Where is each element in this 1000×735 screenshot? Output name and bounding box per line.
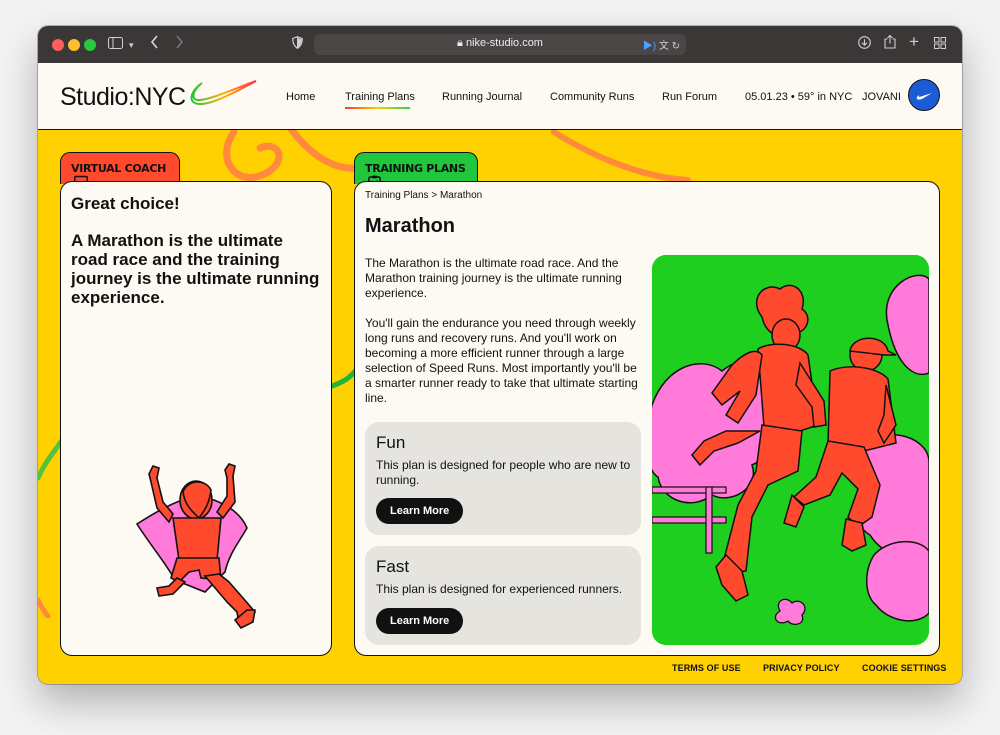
plan-description-details: You'll gain the endurance you need throu… [365, 316, 638, 405]
plan-card-text: This plan is designed for people who are… [376, 458, 631, 487]
active-nav-underline [345, 107, 410, 109]
plan-card-fun: Fun This plan is designed for people who… [365, 422, 641, 535]
shield-icon[interactable] [292, 35, 303, 53]
new-tab-icon[interactable]: + [909, 33, 919, 51]
footer-terms-link[interactable]: TERMS OF USE [672, 663, 741, 673]
plan-card-text: This plan is designed for experienced ru… [376, 582, 623, 596]
back-icon[interactable] [150, 35, 159, 53]
share-icon[interactable] [884, 34, 896, 53]
swoosh-logo-icon [190, 80, 257, 105]
tab-training-plans-label: TRAINING PLANS [365, 162, 466, 175]
coach-title: Great choice! [71, 194, 180, 213]
plan-description-intro: The Marathon is the ultimate road race. … [365, 256, 622, 300]
training-plans-panel: Training Plans > Marathon Marathon The M… [354, 181, 940, 656]
reload-icon[interactable]: ↻ [672, 41, 680, 52]
close-window-button[interactable] [52, 39, 64, 51]
plan-card-title: Fast [376, 557, 410, 576]
nav-home[interactable]: Home [286, 91, 315, 103]
zoom-window-button[interactable] [84, 39, 96, 51]
tab-virtual-coach[interactable]: VIRTUAL COACH [60, 152, 180, 188]
address-bar[interactable]: 🔒︎ nike-studio.com ▶) 文 ↻ [314, 34, 686, 55]
learn-more-fun-button[interactable]: Learn More [376, 498, 464, 524]
marathon-runners-illustration [652, 255, 929, 645]
tab-overview-icon[interactable] [934, 35, 946, 53]
nav-running-journal[interactable]: Running Journal [442, 91, 522, 103]
main-content: VIRTUAL COACH Great choice! A Marathon i… [38, 130, 962, 684]
virtual-coach-panel: Great choice! A Marathon is the ultimate… [60, 181, 332, 656]
footer-cookie-settings-link[interactable]: COOKIE SETTINGS [862, 663, 947, 673]
lock-icon: 🔒︎ [457, 37, 463, 49]
sidebar-icon[interactable] [108, 35, 123, 53]
nav-community-runs[interactable]: Community Runs [550, 91, 634, 103]
forward-icon[interactable] [175, 35, 184, 53]
tab-training-plans[interactable]: TRAINING PLANS [354, 152, 478, 189]
translate-icon[interactable]: 文 [659, 41, 669, 52]
minimize-window-button[interactable] [68, 39, 80, 51]
chevron-down-icon[interactable]: ▾ [129, 36, 134, 54]
browser-titlebar: ▾ 🔒︎ nike-studio.com ▶) 文 ↻ + [38, 26, 962, 63]
tab-virtual-coach-label: VIRTUAL COACH [71, 162, 167, 175]
date-weather: 05.01.23 • 59° in NYC [745, 91, 853, 103]
learn-more-fast-button[interactable]: Learn More [376, 608, 464, 634]
plan-description: The Marathon is the ultimate road race. … [365, 256, 641, 406]
plan-card-title: Fun [376, 433, 406, 452]
swoosh-avatar-icon [916, 93, 932, 100]
avatar[interactable] [908, 79, 940, 111]
download-icon[interactable] [858, 35, 871, 53]
page-title: Marathon [365, 215, 455, 237]
site-header: Studio:NYC Home Training Plans Running J… [38, 63, 962, 130]
nav-run-forum[interactable]: Run Forum [662, 91, 717, 103]
plan-card-fast: Fast This plan is designed for experienc… [365, 546, 641, 645]
site-logo[interactable]: Studio:NYC [60, 83, 186, 112]
url-text: nike-studio.com [465, 37, 543, 49]
nav-training-plans[interactable]: Training Plans [345, 91, 415, 103]
footer-privacy-link[interactable]: PRIVACY POLICY [763, 663, 840, 673]
breadcrumb[interactable]: Training Plans > Marathon [365, 190, 482, 201]
user-name[interactable]: JOVANI [862, 91, 901, 103]
coach-runner-illustration [135, 463, 257, 630]
coach-message: A Marathon is the ultimate road race and… [71, 231, 320, 307]
browser-window: ▾ 🔒︎ nike-studio.com ▶) 文 ↻ + Studio:NYC… [38, 26, 962, 684]
audio-icon[interactable]: ▶) [643, 41, 656, 52]
